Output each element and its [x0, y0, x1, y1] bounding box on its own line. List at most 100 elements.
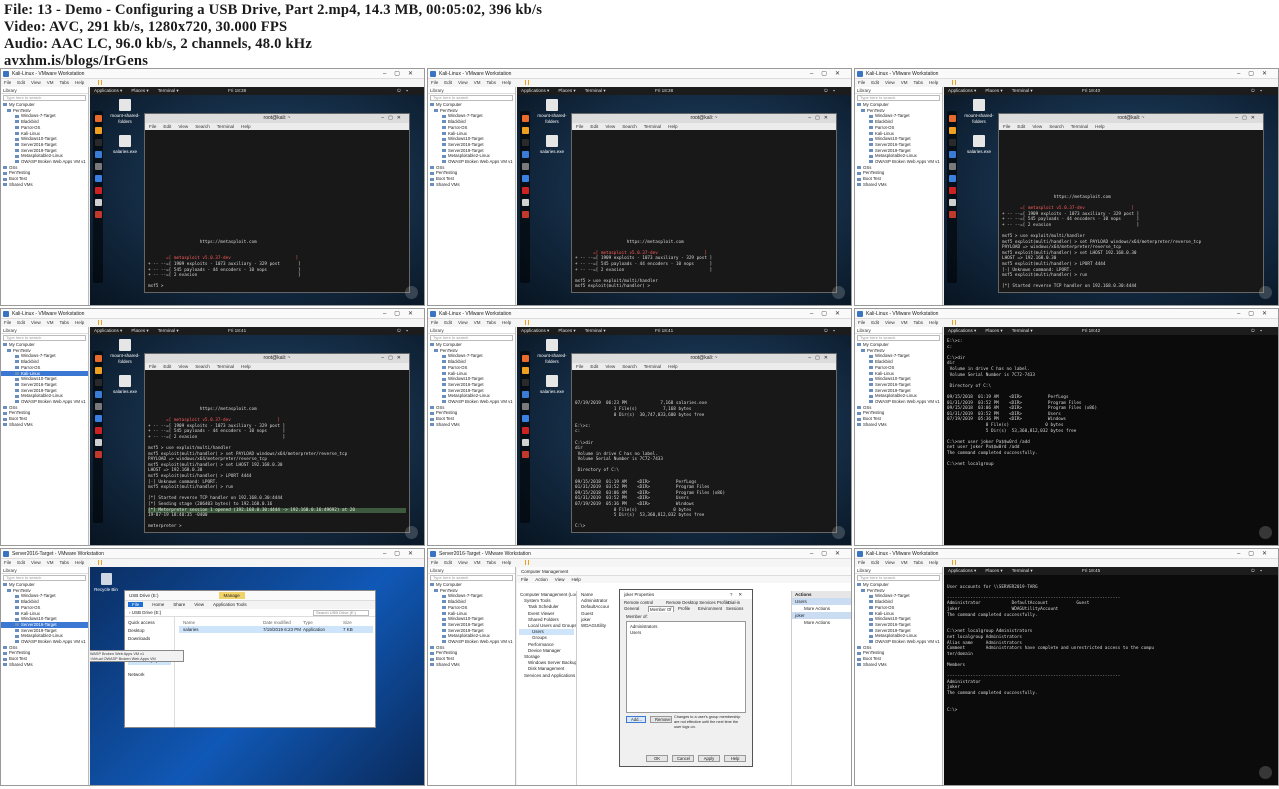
dock-app-icon[interactable] — [948, 163, 956, 170]
mmc-menu-item[interactable]: Action — [535, 577, 548, 582]
dock-app-icon[interactable] — [521, 403, 529, 410]
vmware-unity-icon[interactable] — [405, 286, 418, 299]
dock-app-icon[interactable] — [521, 199, 529, 206]
dock-app-icon[interactable] — [94, 139, 102, 146]
menu-view[interactable]: View — [31, 560, 41, 565]
vmware-unity-icon[interactable] — [832, 286, 845, 299]
terminal-menu-help[interactable]: Help — [668, 124, 677, 129]
dock-app-icon[interactable] — [94, 367, 102, 374]
menu-file[interactable]: File — [431, 320, 438, 325]
dock-app-icon[interactable] — [948, 127, 956, 134]
vmware-unity-icon[interactable] — [832, 526, 845, 539]
menu-vm[interactable]: VM — [47, 560, 54, 565]
dock-app-icon[interactable] — [521, 187, 529, 194]
menu-help[interactable]: Help — [502, 560, 511, 565]
pause-icon[interactable] — [525, 80, 530, 86]
terminal-menu-terminal[interactable]: Terminal — [217, 364, 234, 369]
power-icon[interactable]: ⏻ ▾ — [1251, 567, 1264, 575]
kali-menu-1[interactable]: Places ▾ — [985, 328, 1002, 333]
kali-menu-2[interactable]: Terminal ▾ — [1012, 328, 1033, 333]
terminal-menu-search[interactable]: Search — [622, 124, 637, 129]
menu-vm[interactable]: VM — [47, 320, 54, 325]
menu-help[interactable]: Help — [929, 320, 938, 325]
kali-menu-0[interactable]: Applications ▾ — [94, 88, 122, 93]
address-bar[interactable]: › USB Drive (E:) Search USB Drive (E:) — [125, 609, 375, 617]
dock-app-icon[interactable] — [521, 127, 529, 134]
power-icon[interactable]: ⏻ ▾ — [397, 87, 410, 95]
add-button[interactable]: Add... — [626, 716, 646, 723]
power-icon[interactable]: ⏻ ▾ — [824, 327, 837, 335]
menu-edit[interactable]: Edit — [444, 320, 452, 325]
terminal-window[interactable]: root@kali: ~ –▢✕ File Edit View Search Termina… — [998, 113, 1264, 293]
menu-vm[interactable]: VM — [901, 560, 908, 565]
library-item[interactable]: Shared VMs — [428, 662, 515, 668]
apply-button[interactable]: Apply — [698, 755, 720, 762]
desktop-shortcut-salaries-exe[interactable]: salaries.exe — [108, 135, 142, 155]
kali-menu-1[interactable]: Places ▾ — [558, 88, 575, 93]
dock-app-icon[interactable] — [94, 127, 102, 134]
terminal-menu-terminal[interactable]: Terminal — [1071, 124, 1088, 129]
menu-tabs[interactable]: Tabs — [913, 80, 923, 85]
kali-menu-2[interactable]: Terminal ▾ — [1012, 568, 1033, 573]
vmware-unity-icon[interactable] — [1259, 526, 1272, 539]
help-button[interactable]: Help — [724, 755, 746, 762]
nav-item[interactable]: Desktop — [128, 627, 171, 635]
kali-menu-1[interactable]: Places ▾ — [131, 328, 148, 333]
terminal-window[interactable]: root@kali: ~ –▢✕ File Edit View Search Termina… — [571, 353, 837, 533]
window-controls-icon[interactable]: –▢✕ — [383, 69, 421, 79]
file-row[interactable]: salaries 7/19/2019 6:23 PM Application 7 KB — [179, 626, 373, 633]
menu-vm[interactable]: VM — [901, 320, 908, 325]
menu-vm[interactable]: VM — [474, 560, 481, 565]
library-item[interactable]: Shared VMs — [428, 182, 515, 188]
desktop-shortcut-mount-shared-folders[interactable]: mount-shared-folders — [108, 339, 142, 364]
window-controls-icon[interactable]: –▢✕ — [1237, 549, 1275, 559]
dialog-tab[interactable]: Member Of — [648, 606, 674, 612]
ribbon-tab[interactable]: Share — [173, 602, 185, 607]
menu-file[interactable]: File — [4, 560, 11, 565]
pause-icon[interactable] — [952, 560, 957, 566]
menu-view[interactable]: View — [31, 80, 41, 85]
menu-view[interactable]: View — [31, 320, 41, 325]
dock-app-icon[interactable] — [521, 367, 529, 374]
menu-edit[interactable]: Edit — [871, 560, 879, 565]
library-search-input[interactable]: Type here to search — [857, 95, 940, 101]
terminal-menu-edit[interactable]: Edit — [163, 364, 171, 369]
terminal-output[interactable]: User accounts for \\SERVER2019-TARG -----… — [944, 577, 1278, 715]
dialog-tab[interactable]: Profile — [678, 606, 690, 611]
kali-menu-1[interactable]: Places ▾ — [985, 88, 1002, 93]
dock-app-icon[interactable] — [521, 151, 529, 158]
desktop-shortcut-salaries-exe[interactable]: salaries.exe — [962, 135, 996, 155]
desktop-shortcut-mount-shared-folders[interactable]: mount-shared-folders — [535, 99, 569, 124]
kali-menu-0[interactable]: Applications ▾ — [521, 328, 549, 333]
window-controls-icon[interactable]: –▢✕ — [810, 69, 848, 79]
user-row[interactable]: DefaultAccount — [581, 604, 609, 610]
dock-app-icon[interactable] — [521, 211, 529, 218]
terminal-fullscreen[interactable]: User accounts for \\SERVER2019-TARG -----… — [944, 575, 1278, 785]
window-controls-icon[interactable]: –▢✕ — [810, 549, 848, 559]
ribbon-tab[interactable]: Application Tools — [213, 602, 247, 607]
dock-app-icon[interactable] — [948, 139, 956, 146]
menu-file[interactable]: File — [431, 80, 438, 85]
terminal-window-controls-icon[interactable]: –▢✕ — [808, 114, 832, 123]
terminal-menu-search[interactable]: Search — [1049, 124, 1064, 129]
window-controls-icon[interactable]: –▢✕ — [810, 309, 848, 319]
menu-tabs[interactable]: Tabs — [486, 80, 496, 85]
dock-app-icon[interactable] — [521, 439, 529, 446]
kali-menu-2[interactable]: Terminal ▾ — [1012, 88, 1033, 93]
dock-app-icon[interactable] — [521, 451, 529, 458]
dock-app-icon[interactable] — [948, 199, 956, 206]
menu-view[interactable]: View — [458, 80, 468, 85]
window-controls-icon[interactable]: –▢✕ — [1237, 69, 1275, 79]
terminal-menu-edit[interactable]: Edit — [163, 124, 171, 129]
nav-item[interactable]: Network — [128, 671, 171, 679]
menu-edit[interactable]: Edit — [871, 320, 879, 325]
cancel-button[interactable]: Cancel — [672, 755, 694, 762]
pause-icon[interactable] — [98, 80, 103, 86]
dock-app-icon[interactable] — [521, 391, 529, 398]
library-search-input[interactable]: Type here to search — [3, 95, 86, 101]
dock-app-icon[interactable] — [948, 175, 956, 182]
menu-tabs[interactable]: Tabs — [59, 80, 69, 85]
more-actions-link[interactable]: More Actions — [792, 605, 851, 612]
terminal-menu-search[interactable]: Search — [195, 124, 210, 129]
kali-menu-2[interactable]: Terminal ▾ — [158, 88, 179, 93]
